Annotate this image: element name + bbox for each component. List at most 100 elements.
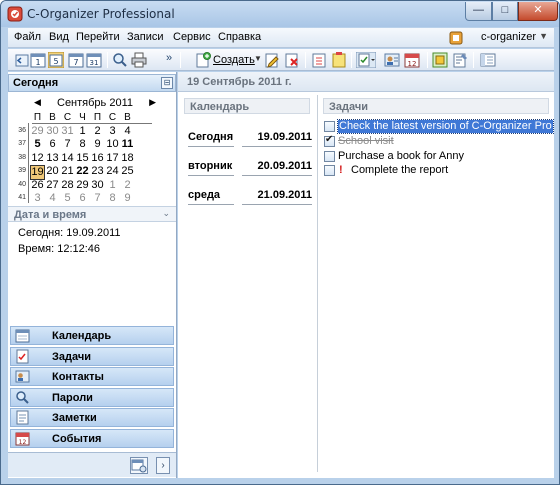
calendar-day[interactable]: 1 — [105, 179, 120, 192]
print-icon[interactable] — [131, 52, 147, 68]
calendar-day[interactable]: 29 — [75, 179, 90, 192]
task-checkbox[interactable] — [324, 134, 335, 147]
calendar-day[interactable]: 9 — [90, 138, 105, 151]
next-month-button[interactable]: ▶ — [149, 97, 156, 108]
calendar-day[interactable]: 5 — [60, 192, 75, 205]
week-view-icon[interactable]: 7 — [68, 52, 84, 68]
tasks-toolbar-icon[interactable] — [356, 52, 376, 68]
calendar-day[interactable]: 30 — [45, 125, 60, 138]
sync-icon[interactable] — [432, 52, 448, 68]
nav-tasks[interactable]: Задачи — [10, 346, 174, 366]
calendar-day[interactable]: 30 — [90, 179, 105, 192]
calendar-day[interactable]: 14 — [60, 152, 75, 165]
calendar-day[interactable]: 11 — [120, 138, 135, 151]
task-checkbox[interactable] — [324, 121, 335, 132]
calendar-column-title: Календарь — [190, 101, 250, 113]
profile-selector[interactable]: c-organizer ▼ — [449, 30, 548, 46]
main-panel: 19 Сентябрь 2011 г. Календарь Задачи Сег… — [178, 72, 554, 478]
calendar-day[interactable]: 6 — [75, 192, 90, 205]
calendar-day[interactable]: 3 — [30, 192, 45, 205]
calendar-day[interactable]: 24 — [105, 165, 120, 178]
month-view-icon[interactable]: 31 — [86, 52, 102, 68]
calendar-day[interactable]: 9 — [120, 192, 135, 205]
nav-events[interactable]: 12 События — [10, 428, 174, 448]
day-view-icon[interactable]: 1 — [30, 52, 46, 68]
calendar-day[interactable]: 5 — [30, 138, 45, 151]
calendar-day[interactable]: 6 — [45, 138, 60, 151]
task-title[interactable]: Purchase a book for Anny — [338, 150, 464, 163]
calendar-day[interactable]: 26 — [30, 179, 45, 192]
task-checkbox[interactable] — [324, 151, 335, 162]
delete-icon[interactable] — [284, 52, 300, 68]
calendar-day[interactable]: 3 — [105, 125, 120, 138]
calendar-day[interactable]: 21 — [60, 165, 75, 178]
calendar-day-row[interactable]: Сегодня 19.09.2011 — [188, 129, 312, 147]
menu-records[interactable]: Записи — [127, 31, 164, 43]
calendar-day[interactable]: 29 — [30, 125, 45, 138]
toolbar: 1 5 7 31 » Создать ▼ 12 — [8, 49, 554, 71]
calendar-day[interactable]: 13 — [45, 152, 60, 165]
collapse-icon[interactable]: ⌄ — [162, 208, 170, 219]
calendar-day[interactable]: 7 — [60, 138, 75, 151]
menu-tools[interactable]: Сервис — [173, 31, 211, 43]
calendar-day[interactable]: 12 — [30, 152, 45, 165]
events-icon: 12 — [15, 432, 30, 446]
calendar-day[interactable]: 25 — [120, 165, 135, 178]
calendar-day[interactable]: 7 — [90, 192, 105, 205]
nav-notes[interactable]: Заметки — [10, 408, 174, 427]
menu-file[interactable]: Файл — [14, 31, 41, 43]
calendar-day[interactable]: 17 — [105, 152, 120, 165]
calendar-day[interactable]: 31 — [60, 125, 75, 138]
calendar-day[interactable]: 2 — [90, 125, 105, 138]
task-checkbox[interactable] — [324, 165, 335, 176]
workweek-view-icon[interactable]: 5 — [48, 52, 64, 68]
task-title[interactable]: Check the latest version of C-Organizer … — [337, 119, 554, 134]
task-title[interactable]: School visit — [338, 135, 394, 148]
search-icon[interactable] — [112, 52, 128, 68]
contacts-toolbar-icon[interactable] — [384, 52, 400, 68]
today-date-text: Сегодня: 19.09.2011 — [18, 227, 121, 239]
calendar-day[interactable]: 20 — [45, 165, 60, 178]
calendar-day[interactable]: 15 — [75, 152, 90, 165]
properties-icon[interactable] — [452, 52, 468, 68]
nav-passwords[interactable]: Пароли — [10, 387, 174, 407]
calendar-day[interactable]: 16 — [90, 152, 105, 165]
calendar-day[interactable]: 4 — [120, 125, 135, 138]
layout-icon[interactable] — [480, 52, 496, 68]
calendar-day[interactable]: 27 — [45, 179, 60, 192]
menu-go[interactable]: Перейти — [76, 31, 120, 43]
maximize-button[interactable]: □ — [492, 2, 518, 21]
nav-contacts[interactable]: Контакты — [10, 367, 174, 386]
calendar-day-row[interactable]: среда 21.09.2011 — [188, 187, 312, 205]
calendar-day[interactable]: 8 — [105, 192, 120, 205]
close-button[interactable]: ✕ — [518, 2, 558, 21]
back-icon[interactable] — [14, 52, 30, 68]
chevron-right-icon[interactable]: » — [166, 52, 172, 64]
create-dropdown-icon[interactable]: ▼ — [254, 54, 262, 63]
events-toolbar-icon[interactable]: 12 — [404, 52, 420, 68]
calendar-day[interactable]: 10 — [105, 138, 120, 151]
task-title[interactable]: Complete the report — [351, 164, 448, 177]
calendar-day[interactable]: 18 — [120, 152, 135, 165]
calendar-day-row[interactable]: вторник 20.09.2011 — [188, 158, 312, 176]
calendar-day[interactable]: 23 — [90, 165, 105, 178]
menu-help[interactable]: Справка — [218, 31, 261, 43]
calendar-day[interactable]: 22 — [75, 165, 90, 178]
minimize-button[interactable]: — — [465, 2, 492, 21]
configure-navigation-button[interactable] — [130, 457, 148, 474]
mark-done-icon[interactable] — [311, 52, 327, 68]
menu-view[interactable]: Вид — [49, 31, 69, 43]
create-icon[interactable] — [195, 52, 211, 68]
calendar-day[interactable]: 8 — [75, 138, 90, 151]
calendar-day[interactable]: 2 — [120, 179, 135, 192]
datetime-header[interactable]: Дата и время ⌄ — [8, 206, 176, 222]
nav-calendar[interactable]: Календарь — [10, 326, 174, 345]
navigation-more-button[interactable]: › — [156, 457, 170, 474]
calendar-day[interactable]: 4 — [45, 192, 60, 205]
note-icon[interactable] — [331, 52, 347, 68]
calendar-day[interactable]: 1 — [75, 125, 90, 138]
calendar-day[interactable]: 28 — [60, 179, 75, 192]
edit-icon[interactable] — [264, 52, 280, 68]
pin-icon[interactable]: ⊟ — [161, 77, 173, 89]
create-button[interactable]: Создать — [213, 54, 255, 66]
